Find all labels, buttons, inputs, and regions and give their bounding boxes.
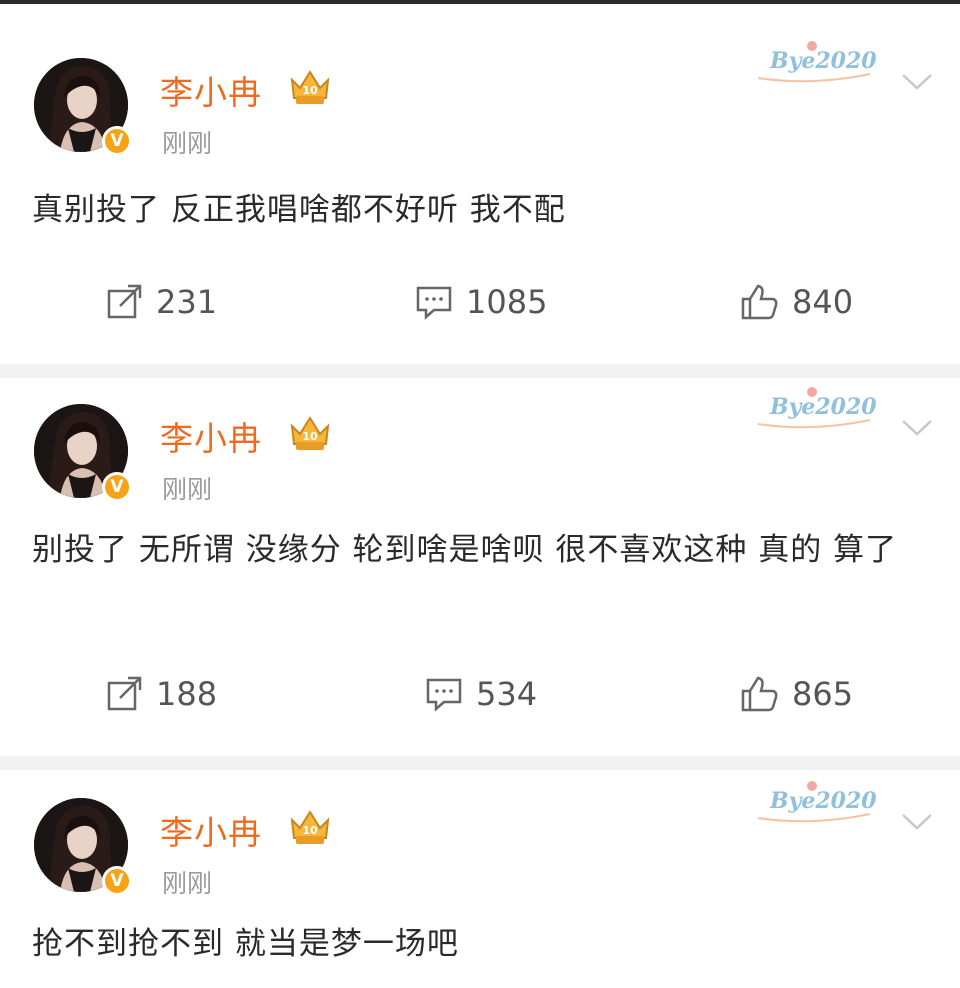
comment-count: 534	[476, 675, 538, 713]
svg-text:10: 10	[302, 430, 318, 443]
repost-count: 188	[156, 675, 218, 713]
post-time: 刚刚	[162, 475, 213, 504]
svg-text:10: 10	[302, 84, 318, 97]
username[interactable]: 李小冉	[160, 412, 262, 460]
svg-text:10: 10	[302, 824, 318, 837]
post-text: 真别投了 反正我唱啥都不好听 我不配	[32, 192, 566, 228]
vip-crown-icon: 10	[290, 416, 330, 450]
card-decoration-text: Bye2020	[770, 48, 877, 74]
repost-button[interactable]: 231	[106, 282, 217, 322]
like-button[interactable]: 840	[740, 282, 853, 322]
weibo-post-1[interactable]: V 李小冉 10 刚刚 Bye2020 真别投了 反正我唱啥都不好听 我不配 2…	[0, 0, 960, 380]
post-text: 抢不到抢不到 就当是梦一场吧	[32, 926, 459, 962]
chevron-down-icon[interactable]	[900, 70, 934, 92]
post-time: 刚刚	[162, 869, 213, 898]
repost-icon	[107, 284, 142, 319]
comment-icon	[416, 286, 452, 320]
card-decoration-text: Bye2020	[770, 394, 877, 420]
chevron-down-icon[interactable]	[900, 416, 934, 438]
verified-badge-icon: V	[102, 866, 132, 896]
vip-crown-icon: 10	[290, 810, 330, 844]
weibo-post-2[interactable]: V 李小冉 10 刚刚 Bye2020 别投了 无所谓 没缘分 轮到啥是啥呗 很…	[0, 346, 960, 726]
vip-crown-icon: 10	[290, 70, 330, 104]
comment-count: 1085	[466, 283, 548, 321]
repost-count: 231	[156, 283, 218, 321]
username[interactable]: 李小冉	[160, 806, 262, 854]
verified-badge-icon: V	[102, 126, 132, 156]
username[interactable]: 李小冉	[160, 66, 262, 114]
comment-icon	[426, 678, 462, 712]
post-time: 刚刚	[162, 129, 213, 158]
comment-button[interactable]: 1085	[414, 282, 547, 322]
chevron-down-icon[interactable]	[900, 810, 934, 832]
comment-button[interactable]: 534	[424, 674, 537, 714]
repost-button[interactable]: 188	[106, 674, 217, 714]
repost-icon	[107, 676, 142, 711]
verified-badge-icon: V	[102, 472, 132, 502]
like-count: 840	[792, 283, 854, 321]
weibo-post-3[interactable]: V 李小冉 10 刚刚 Bye2020 抢不到抢不到 就当是梦一场吧	[0, 740, 960, 988]
like-button[interactable]: 865	[740, 674, 853, 714]
post-text: 别投了 无所谓 没缘分 轮到啥是啥呗 很不喜欢这种 真的 算了	[32, 532, 898, 568]
like-icon	[741, 676, 778, 712]
like-icon	[741, 284, 778, 320]
like-count: 865	[792, 675, 854, 713]
card-decoration-text: Bye2020	[770, 788, 877, 814]
